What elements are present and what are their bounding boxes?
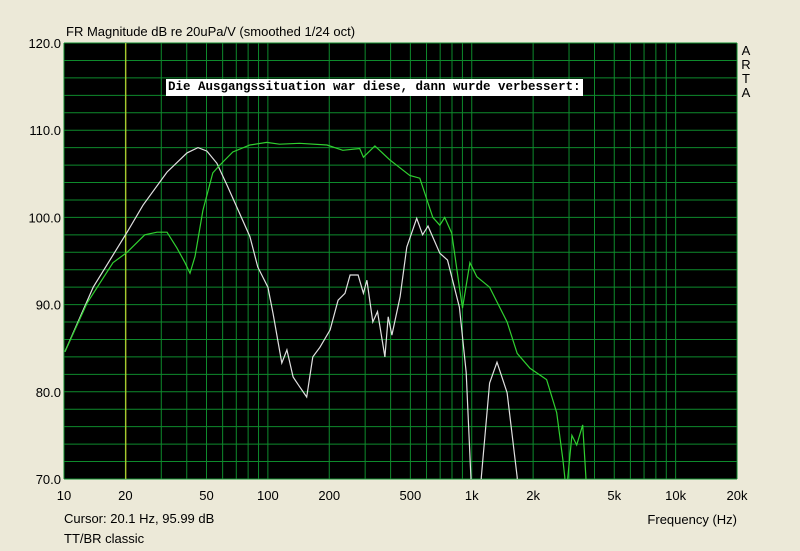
y-tick-label: 120.0 [28, 36, 61, 51]
logo-letter: A [741, 85, 751, 100]
y-tick-label: 80.0 [36, 385, 61, 400]
x-tick-label: 500 [400, 488, 422, 503]
x-tick-label: 100 [257, 488, 279, 503]
chart-title: FR Magnitude dB re 20uPa/V (smoothed 1/2… [66, 24, 355, 39]
logo-letter: A [741, 43, 751, 58]
x-tick-label: 5k [607, 488, 621, 503]
x-tick-label: 10k [665, 488, 686, 503]
logo-letter: R [741, 57, 751, 72]
plot-area[interactable] [64, 43, 737, 479]
cursor-readout: Cursor: 20.1 Hz, 95.99 dB [64, 511, 215, 526]
x-tick-label: 1k [465, 488, 479, 503]
annotation-label: Die Ausgangssituation war diese, dann wu… [166, 79, 583, 96]
x-tick-label: 2k [526, 488, 540, 503]
logo-letter: T [742, 71, 750, 86]
x-tick-label: 20 [118, 488, 132, 503]
x-axis-label: Frequency (Hz) [647, 512, 737, 527]
y-tick-label: 90.0 [36, 298, 61, 313]
y-tick-labels: 70.0 80.0 90.0 100.0 110.0 120.0 [28, 36, 61, 487]
arta-logo: A R T A [741, 44, 751, 100]
y-tick-label: 100.0 [28, 210, 61, 225]
x-tick-label: 200 [318, 488, 340, 503]
x-tick-label: 10 [57, 488, 71, 503]
x-tick-label: 50 [199, 488, 213, 503]
y-tick-label: 70.0 [36, 472, 61, 487]
x-tick-label: 20k [727, 488, 748, 503]
y-tick-label: 110.0 [29, 123, 61, 138]
x-tick-labels: 10 20 50 100 200 500 1k 2k 5k 10k 20k [57, 488, 748, 503]
mode-label: TT/BR classic [64, 531, 145, 546]
